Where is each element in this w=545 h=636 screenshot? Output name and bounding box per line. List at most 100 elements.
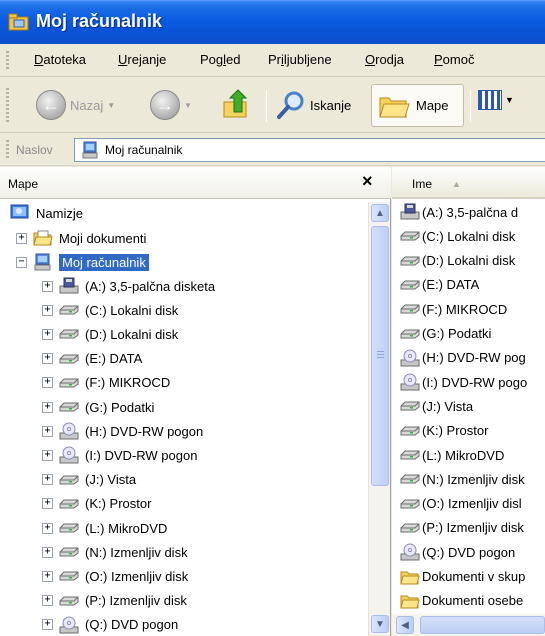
menu-file[interactable]: Datoteka [34, 52, 86, 67]
expand-icon[interactable]: + [42, 328, 53, 340]
file-list-item[interactable]: (L:) MikroDVD [400, 444, 504, 466]
forward-dropdown-icon[interactable]: ▼ [184, 101, 192, 110]
tree-item-drive[interactable]: + (O:) Izmenljiv disk [42, 565, 188, 587]
folders-pane-title: Mape [8, 177, 39, 191]
tree-item-drive[interactable]: + (A:) 3,5-palčna disketa [42, 275, 215, 297]
up-button[interactable] [222, 88, 252, 120]
address-value: Moj računalnik [105, 143, 183, 157]
file-list-item[interactable]: (P:) Izmenljiv disk [400, 517, 524, 539]
file-list-item[interactable]: (C:) Lokalni disk [400, 225, 515, 247]
file-list-item[interactable]: (D:) Lokalni disk [400, 250, 515, 272]
expand-icon[interactable]: + [42, 570, 53, 582]
file-list-item[interactable]: (E:) DATA [400, 274, 479, 296]
folder-icon [400, 571, 420, 584]
tree-item-desktop[interactable]: Namizje [10, 202, 83, 224]
tree-item-label: (F:) MIKROCD [85, 375, 171, 391]
tree-item-my-documents[interactable]: + Moji dokumenti [16, 227, 146, 249]
tree-item-drive[interactable]: + (G:) Podatki [42, 396, 154, 418]
drive-icon [59, 305, 79, 315]
scroll-up-icon[interactable]: ▲ [371, 204, 389, 222]
file-item-label: (J:) Vista [422, 398, 474, 414]
tree-item-drive[interactable]: + (F:) MIKROCD [42, 372, 170, 394]
tree-item-drive[interactable]: + (C:) Lokalni disk [42, 299, 178, 321]
name-column-header[interactable]: Ime ▲ [392, 167, 545, 199]
expand-icon[interactable]: + [42, 498, 53, 510]
expand-icon[interactable]: + [42, 425, 53, 437]
desktop-icon [10, 204, 29, 219]
views-button[interactable]: ▼ [478, 90, 514, 110]
tree-item-drive[interactable]: + (J:) Vista [42, 469, 136, 491]
drive-icon [59, 523, 79, 533]
file-list-item[interactable]: Dokumenti osebe [400, 590, 523, 612]
address-bar: Naslov Moj računalnik [0, 134, 545, 166]
expand-icon[interactable]: + [42, 522, 53, 534]
tree-item-drive[interactable]: + (I:) DVD-RW pogon [42, 444, 197, 466]
address-field[interactable]: Moj računalnik [74, 138, 545, 162]
file-list-item[interactable]: (I:) DVD-RW pogo [400, 371, 527, 393]
folder-tree-scrollbar[interactable]: ▲ ▼ [368, 202, 390, 636]
file-list-item[interactable]: (N:) Izmenljiv disk [400, 468, 525, 490]
menu-help[interactable]: Pomoč [434, 52, 474, 67]
back-button[interactable]: ← Nazaj ▼ [36, 90, 115, 120]
horizontal-scroll-thumb[interactable] [420, 616, 545, 634]
expand-icon[interactable]: + [42, 595, 53, 607]
toolbar-grip[interactable] [6, 88, 9, 122]
tree-item-drive[interactable]: + (P:) Izmenljiv disk [42, 590, 187, 612]
file-item-label: (C:) Lokalni disk [422, 228, 516, 244]
expand-icon[interactable]: + [42, 546, 53, 558]
expand-icon[interactable]: + [42, 619, 53, 631]
file-list-item[interactable]: (A:) 3,5-palčna d [400, 201, 518, 223]
drive-icon [59, 596, 79, 606]
expand-icon[interactable]: + [42, 401, 53, 413]
tree-item-drive[interactable]: + (H:) DVD-RW pogon [42, 420, 203, 442]
expand-icon[interactable]: + [42, 280, 53, 292]
expand-icon[interactable]: + [42, 304, 53, 316]
search-button[interactable]: Iskanje [276, 90, 351, 120]
file-list-item[interactable]: (J:) Vista [400, 395, 473, 417]
collapse-icon[interactable]: − [16, 256, 27, 268]
scroll-left-icon[interactable]: ◀ [396, 616, 414, 634]
folders-pane-header: Mape × [0, 167, 391, 199]
forward-button[interactable]: → ▼ [150, 90, 192, 120]
file-item-label: (K:) Prostor [422, 423, 489, 439]
file-list-item[interactable]: Dokumenti v skup [400, 566, 525, 588]
menu-tools[interactable]: Orodja [365, 52, 404, 67]
expand-icon[interactable]: + [16, 232, 27, 244]
tree-item-drive[interactable]: + (K:) Prostor [42, 493, 151, 515]
tree-item-drive[interactable]: + (L:) MikroDVD [42, 517, 167, 539]
file-list-item[interactable]: (K:) Prostor [400, 420, 488, 442]
file-list-item[interactable]: (G:) Podatki [400, 323, 491, 345]
menu-view[interactable]: Pogled [200, 52, 241, 67]
expand-icon[interactable]: + [42, 474, 53, 486]
scroll-down-icon[interactable]: ▼ [371, 615, 389, 633]
file-list-item[interactable]: (F:) MIKROCD [400, 298, 507, 320]
expand-icon[interactable]: + [42, 353, 53, 365]
scroll-thumb[interactable] [371, 226, 389, 486]
tree-item-drive[interactable]: + (E:) DATA [42, 348, 142, 370]
file-list-item[interactable]: (Q:) DVD pogon [400, 541, 515, 563]
file-list-item[interactable]: (O:) Izmenljiv disl [400, 493, 522, 515]
file-list-item[interactable]: (H:) DVD-RW pog [400, 347, 526, 369]
file-item-label: (L:) MikroDVD [422, 447, 505, 463]
menu-grip[interactable] [6, 51, 9, 71]
folders-button[interactable]: Mape [371, 84, 464, 127]
tree-item-drive[interactable]: + (Q:) DVD pogon [42, 614, 178, 636]
tree-item-drive[interactable]: + (D:) Lokalni disk [42, 323, 178, 345]
title-bar[interactable]: Moj računalnik [0, 0, 545, 44]
folder-icon [400, 595, 420, 609]
address-grip[interactable] [6, 140, 9, 160]
expand-icon[interactable]: + [42, 449, 53, 461]
back-dropdown-icon[interactable]: ▼ [107, 101, 115, 110]
menu-edit[interactable]: Urejanje [118, 52, 166, 67]
tree-item-drive[interactable]: + (N:) Izmenljiv disk [42, 541, 188, 563]
file-item-label: Dokumenti v skup [422, 569, 526, 584]
menu-favorites[interactable]: Priljubljene [268, 52, 332, 67]
files-horizontal-scrollbar[interactable]: ◀ [392, 614, 545, 636]
folder-up-icon [223, 89, 248, 118]
tree-item-label: (L:) MikroDVD [85, 520, 168, 536]
tree-item-my-computer[interactable]: − Moj računalnik [16, 251, 149, 273]
close-icon[interactable]: × [362, 171, 373, 192]
file-item-label: (Q:) DVD pogon [422, 544, 516, 560]
expand-icon[interactable]: + [42, 377, 53, 389]
drive-icon [59, 354, 79, 364]
